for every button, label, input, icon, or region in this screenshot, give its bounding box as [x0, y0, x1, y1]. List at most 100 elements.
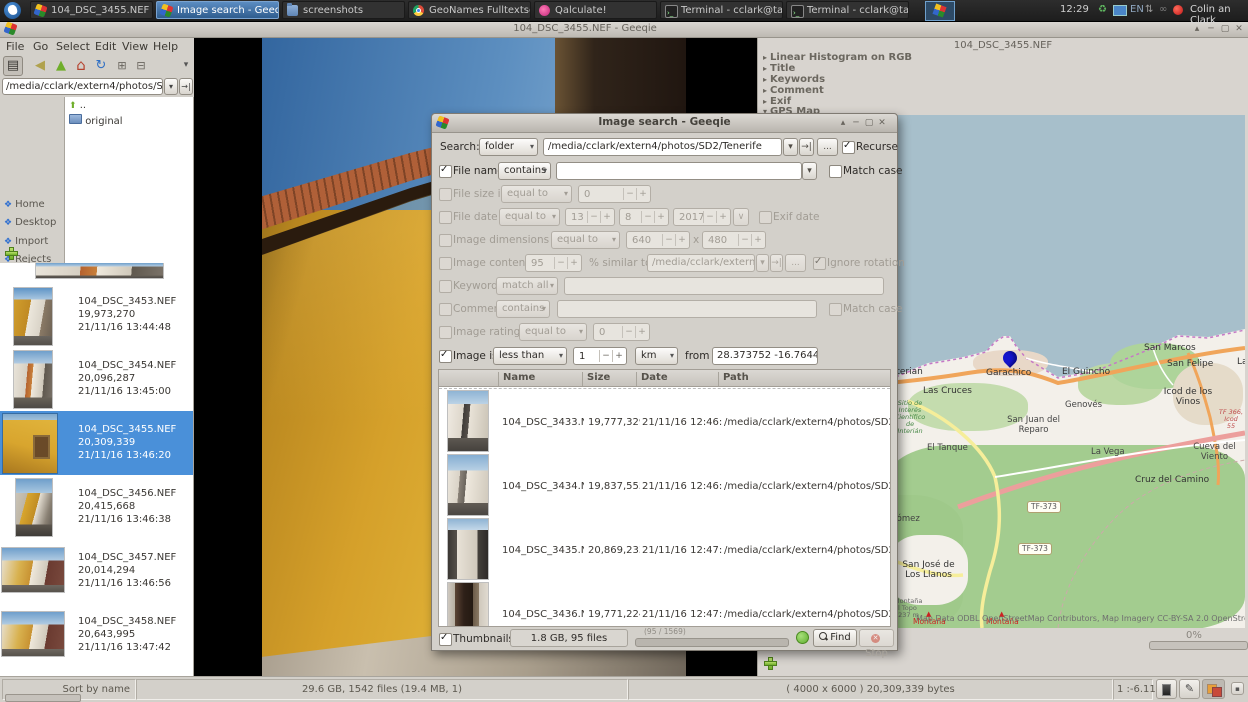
- geo-coords-input[interactable]: 28.373752 -16.764400: [712, 347, 818, 365]
- month-spinner[interactable]: 8−+: [619, 208, 669, 226]
- add-bookmark-icon[interactable]: [5, 247, 18, 260]
- ignore-rotation-checkbox[interactable]: [813, 257, 826, 270]
- taskbar-item-screenshots[interactable]: screenshots: [282, 1, 405, 19]
- plus-icon[interactable]: +: [675, 234, 688, 246]
- file-row-3455-selected[interactable]: 104_DSC_3455.NEF20,309,33921/11/16 13:46…: [0, 411, 193, 475]
- result-row-3434[interactable]: 104_DSC_3434.NEF 19,837,555 21/11/16 12:…: [439, 453, 890, 517]
- plus-icon[interactable]: +: [636, 188, 649, 200]
- keywords-checkbox[interactable]: [439, 280, 452, 293]
- plus-icon[interactable]: +: [716, 211, 729, 223]
- minus-icon[interactable]: −: [554, 257, 567, 269]
- geo-distance-spinner[interactable]: 1−+: [573, 347, 627, 365]
- column-header-name[interactable]: Name: [498, 372, 583, 386]
- back-button[interactable]: ◀: [30, 56, 50, 76]
- keywords-op-dropdown[interactable]: match all: [496, 277, 558, 295]
- section-histogram[interactable]: ▸Linear Histogram on RGB: [763, 52, 912, 63]
- file-row-3457[interactable]: 104_DSC_3457.NEF20,014,29421/11/16 13:46…: [0, 539, 193, 603]
- dimensions-checkbox[interactable]: [439, 234, 452, 247]
- pipette-button[interactable]: ✎: [1179, 679, 1200, 699]
- rating-op-dropdown[interactable]: equal to: [519, 323, 587, 341]
- path-apply-button[interactable]: →|: [179, 78, 193, 95]
- taskbar-item-terminal-2[interactable]: Terminal - cclark@talltr...: [786, 1, 909, 19]
- similarity-spinner[interactable]: 95−+: [525, 254, 582, 272]
- folder-up-item[interactable]: ⬆ ..: [69, 100, 86, 111]
- maximize-window-button[interactable]: ▢: [863, 116, 875, 130]
- comment-match-case-checkbox[interactable]: [829, 303, 842, 316]
- geo-op-dropdown[interactable]: less than: [493, 347, 567, 365]
- minus-icon[interactable]: −: [662, 234, 675, 246]
- keyboard-layout-indicator[interactable]: EN: [1130, 4, 1144, 15]
- link-tray-icon[interactable]: ∞: [1159, 4, 1167, 15]
- refresh-button[interactable]: ↻: [91, 56, 111, 76]
- dimensions-op-dropdown[interactable]: equal to: [551, 231, 620, 249]
- minus-icon[interactable]: −: [587, 211, 600, 223]
- result-row-3433[interactable]: 104_DSC_3433.NEF 19,777,329 21/11/16 12:…: [439, 389, 890, 453]
- file-size-spinner[interactable]: 0−+: [578, 185, 651, 203]
- exif-rotate-button[interactable]: [1156, 679, 1177, 699]
- menu-view[interactable]: View: [122, 40, 148, 53]
- minus-icon[interactable]: −: [599, 350, 612, 362]
- display-tray-icon[interactable]: [1113, 5, 1127, 16]
- menu-select[interactable]: Select: [56, 40, 90, 53]
- taskbar-item-geeqie-main[interactable]: 104_DSC_3455.NEF - G...: [30, 1, 153, 19]
- network-tray-icon[interactable]: ⇅: [1145, 4, 1153, 15]
- dialog-titlebar[interactable]: Image search - Geeqie ▴ ─ ▢ ✕: [432, 114, 897, 133]
- comment-checkbox[interactable]: [439, 303, 452, 316]
- search-type-dropdown[interactable]: folder: [479, 138, 538, 156]
- view-list-toggle-button[interactable]: ▤: [3, 56, 23, 76]
- sidebar-item-import[interactable]: ❖Import: [4, 236, 48, 247]
- file-size-checkbox[interactable]: [439, 188, 452, 201]
- menu-edit[interactable]: Edit: [95, 40, 116, 53]
- path-dropdown-button[interactable]: ▾: [783, 138, 798, 156]
- search-path-input[interactable]: /media/cclark/extern4/photos/SD2/Tenerif…: [543, 138, 782, 156]
- similar-browse-button[interactable]: ...: [785, 254, 806, 272]
- clock[interactable]: 12:29: [1060, 4, 1089, 15]
- section-comment[interactable]: ▸Comment: [763, 85, 824, 96]
- file-date-checkbox[interactable]: [439, 211, 452, 224]
- file-row-3456[interactable]: 104_DSC_3456.NEF20,415,66821/11/16 13:46…: [0, 475, 193, 539]
- main-window-titlebar[interactable]: 104_DSC_3455.NEF - Geeqie ▴ ─ ▢ ✕: [0, 21, 1248, 38]
- result-row-3436[interactable]: 104_DSC_3436.NEF 19,771,224 21/11/16 12:…: [439, 581, 890, 627]
- add-section-icon[interactable]: [764, 657, 777, 670]
- plus-icon[interactable]: +: [751, 234, 764, 246]
- minus-icon[interactable]: −: [738, 234, 751, 246]
- updates-tray-icon[interactable]: ♻: [1098, 4, 1107, 15]
- similar-path-dropdown[interactable]: ▾: [756, 254, 769, 272]
- path-history-dropdown[interactable]: ▾: [164, 78, 178, 95]
- plus-icon[interactable]: +: [567, 257, 580, 269]
- file-name-op-dropdown[interactable]: contains: [498, 162, 551, 180]
- file-row-3453[interactable]: 104_DSC_3453.NEF19,973,27021/11/16 13:44…: [0, 283, 193, 347]
- column-header-date[interactable]: Date: [636, 372, 719, 386]
- year-spinner[interactable]: 2017−+: [673, 208, 731, 226]
- plus-icon[interactable]: +: [600, 211, 613, 223]
- geo-unit-dropdown[interactable]: km: [635, 347, 678, 365]
- result-row-3435[interactable]: 104_DSC_3435.NEF 20,869,233 21/11/16 12:…: [439, 517, 890, 581]
- height-spinner[interactable]: 480−+: [702, 231, 766, 249]
- comment-op-dropdown[interactable]: contains: [496, 300, 550, 318]
- home-button[interactable]: ⌂: [71, 56, 91, 76]
- taskbar-item-geonames[interactable]: GeoNames Fulltextsear...: [408, 1, 531, 19]
- taskbar-item-terminal-1[interactable]: Terminal - cclark@talltr...: [660, 1, 783, 19]
- sidebar-item-desktop[interactable]: ❖Desktop: [4, 217, 56, 228]
- match-case-checkbox[interactable]: [829, 165, 842, 178]
- section-keywords[interactable]: ▸Keywords: [763, 74, 825, 85]
- menu-go[interactable]: Go: [33, 40, 48, 53]
- plus-icon[interactable]: +: [635, 326, 648, 338]
- minus-icon[interactable]: −: [703, 211, 716, 223]
- rating-spinner[interactable]: 0−+: [593, 323, 650, 341]
- plus-icon[interactable]: +: [654, 211, 667, 223]
- statusbar-expander-button[interactable]: ▪: [1231, 682, 1244, 695]
- file-name-checkbox[interactable]: [439, 165, 452, 178]
- float-button[interactable]: ⊞: [112, 56, 132, 76]
- thumbnails-checkbox[interactable]: [439, 633, 452, 646]
- file-row-3454[interactable]: 104_DSC_3454.NEF20,096,28721/11/16 13:45…: [0, 347, 193, 411]
- tray-geeqie-button[interactable]: [925, 1, 955, 21]
- menu-help[interactable]: Help: [153, 40, 178, 53]
- file-name-input[interactable]: [556, 162, 802, 180]
- zoom-ratio[interactable]: 1 :-6.11: [1117, 684, 1156, 695]
- menu-file[interactable]: File: [6, 40, 24, 53]
- file-thumbnail-partial[interactable]: [36, 263, 163, 278]
- file-name-history-dropdown[interactable]: ▾: [802, 162, 817, 180]
- folder-item-original[interactable]: original: [69, 114, 123, 127]
- taskbar-item-image-search[interactable]: Image search - Geeqie: [156, 1, 279, 19]
